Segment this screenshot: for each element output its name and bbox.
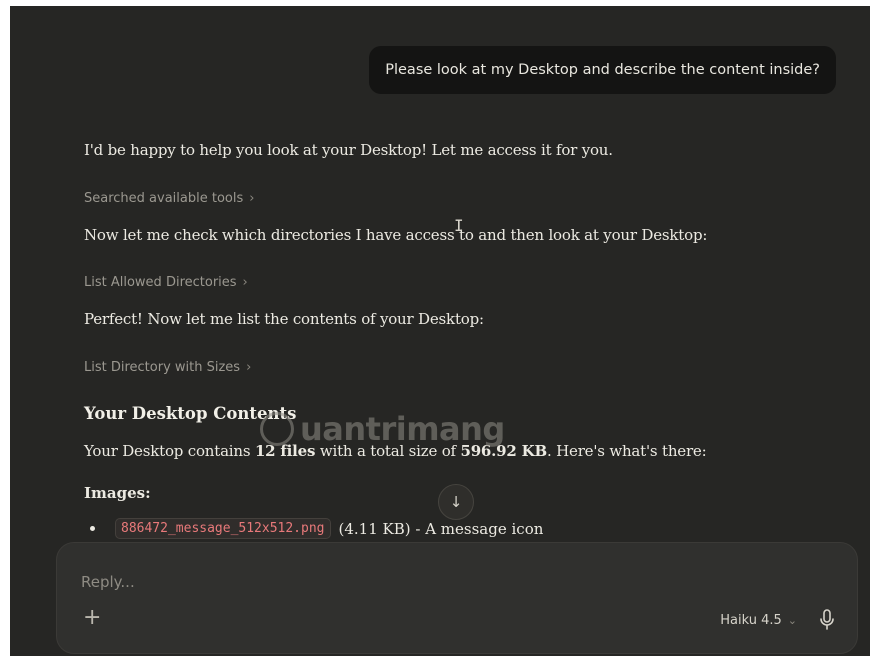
text-cursor-icon: I [454,216,464,235]
scroll-to-bottom-button[interactable]: ↓ [438,484,474,520]
watermark-circle-icon [260,412,294,446]
assistant-line-2: Now let me check which directories I hav… [84,226,708,244]
chevron-down-icon: ⌄ [787,614,797,627]
chevron-right-icon: › [246,360,252,375]
tool-call-label: List Directory with Sizes [84,360,241,375]
arrow-down-icon: ↓ [449,493,463,511]
images-label: Images: [84,484,151,502]
plus-button[interactable]: + [83,607,101,629]
tool-call-list-directory-with-sizes[interactable]: List Directory with Sizes › [84,360,251,375]
chevron-right-icon: › [249,191,255,206]
reply-input[interactable]: Reply... [81,573,135,591]
summary-pre: Your Desktop contains [84,442,255,460]
user-message-text: Please look at my Desktop and describe t… [385,62,820,78]
list-item: 886472_message_512x512.png (4.11 KB) - A… [90,518,543,539]
chat-window: Please look at my Desktop and describe t… [10,6,870,656]
bullet-icon [90,526,95,531]
model-name: Haiku 4.5 [720,613,782,628]
summary-post: . Here's what's there: [547,442,707,460]
model-selector[interactable]: Haiku 4.5 ⌄ [720,613,797,628]
tool-call-searched-tools[interactable]: Searched available tools › [84,191,254,206]
chevron-right-icon: › [242,275,248,290]
tool-call-label: Searched available tools [84,191,244,206]
file-description: (4.11 KB) - A message icon [338,519,544,538]
assistant-line-3: Perfect! Now let me list the contents of… [84,310,484,328]
tool-call-label: List Allowed Directories [84,275,237,290]
composer: Reply... + Haiku 4.5 ⌄ [56,542,858,654]
microphone-icon[interactable] [819,609,835,631]
user-message-bubble: Please look at my Desktop and describe t… [369,46,836,94]
tool-call-list-allowed-directories[interactable]: List Allowed Directories › [84,275,248,290]
watermark-logo: uantrimang [260,410,505,448]
watermark-text: uantrimang [300,410,505,448]
assistant-intro-text: I'd be happy to help you look at your De… [84,141,613,159]
filename-code: 886472_message_512x512.png [115,518,331,539]
